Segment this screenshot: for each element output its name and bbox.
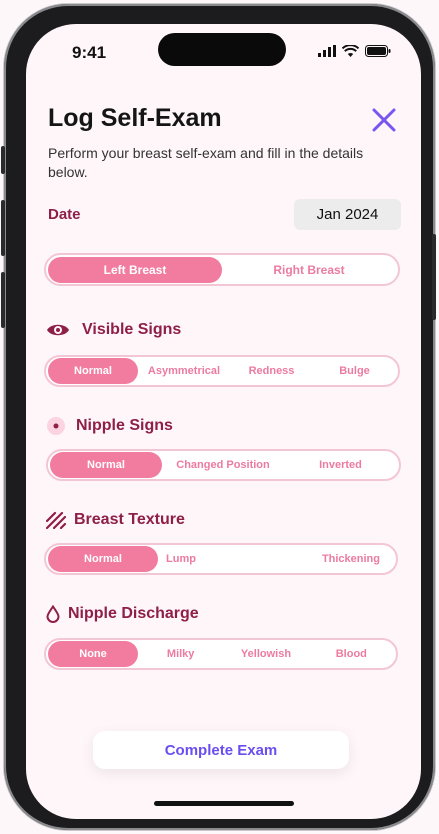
visible-signs-asymmetrical[interactable]: Asymmetrical — [138, 358, 230, 384]
nipple-signs-changed-position[interactable]: Changed Position — [162, 452, 284, 478]
screen: 9:41 Log Self-Exam Perform your breast s… — [26, 24, 421, 819]
battery-icon — [365, 45, 391, 57]
nipple-discharge-blood[interactable]: Blood — [309, 641, 394, 667]
nipple-signs-selector: Normal Changed Position Inverted — [46, 449, 401, 481]
right-breast-option[interactable]: Right Breast — [222, 257, 396, 283]
home-indicator[interactable] — [154, 801, 294, 806]
volume-up-button — [1, 200, 5, 256]
page-title: Log Self-Exam — [48, 104, 222, 132]
side-button — [432, 234, 436, 320]
status-time: 9:41 — [72, 43, 107, 62]
page-subtitle: Perform your breast self-exam and fill i… — [48, 145, 364, 180]
breast-texture-title: Breast Texture — [74, 511, 185, 528]
visible-signs-redness[interactable]: Redness — [230, 358, 313, 384]
signal-icon — [318, 45, 336, 57]
wifi-icon — [342, 45, 359, 57]
droplet-icon — [46, 605, 60, 623]
status-icons — [318, 45, 391, 57]
nipple-discharge-selector: None Milky Yellowish Blood — [44, 638, 398, 670]
breast-texture-selector: Normal Lump Thickening — [44, 543, 398, 575]
left-breast-option[interactable]: Left Breast — [48, 256, 222, 283]
visible-signs-normal[interactable]: Normal — [48, 358, 138, 384]
nipple-signs-inverted[interactable]: Inverted — [284, 452, 397, 478]
breast-texture-lump[interactable]: Lump — [158, 546, 204, 572]
nipple-discharge-title: Nipple Discharge — [68, 605, 199, 622]
dynamic-island — [158, 33, 286, 66]
nipple-signs-title: Nipple Signs — [76, 417, 173, 434]
nipple-signs-heading: Nipple Signs — [46, 416, 173, 436]
mute-switch — [1, 146, 5, 174]
texture-lines-icon — [46, 511, 66, 529]
nipple-discharge-yellowish[interactable]: Yellowish — [223, 641, 308, 667]
breast-texture-heading: Breast Texture — [46, 511, 185, 529]
breast-texture-thickening[interactable]: Thickening — [204, 546, 394, 572]
visible-signs-selector: Normal Asymmetrical Redness Bulge — [44, 355, 400, 387]
breast-side-toggle: Left Breast Right Breast — [44, 253, 400, 286]
eye-icon — [47, 324, 69, 336]
nipple-signs-normal[interactable]: Normal — [50, 452, 162, 478]
breast-texture-normal[interactable]: Normal — [48, 546, 158, 572]
date-label: Date — [48, 206, 81, 223]
nipple-discharge-heading: Nipple Discharge — [46, 605, 199, 623]
phone-frame: 9:41 Log Self-Exam Perform your breast s… — [1, 4, 436, 830]
visible-signs-title: Visible Signs — [82, 321, 182, 338]
nipple-discharge-milky[interactable]: Milky — [138, 641, 223, 667]
dot-circle-icon — [47, 417, 65, 435]
nipple-discharge-none[interactable]: None — [48, 641, 138, 667]
visible-signs-heading: Visible Signs — [46, 321, 181, 339]
volume-down-button — [1, 272, 5, 328]
close-icon[interactable] — [370, 106, 398, 134]
visible-signs-bulge[interactable]: Bulge — [313, 358, 396, 384]
complete-exam-button[interactable]: Complete Exam — [93, 731, 349, 769]
date-picker[interactable]: Jan 2024 — [294, 199, 401, 230]
